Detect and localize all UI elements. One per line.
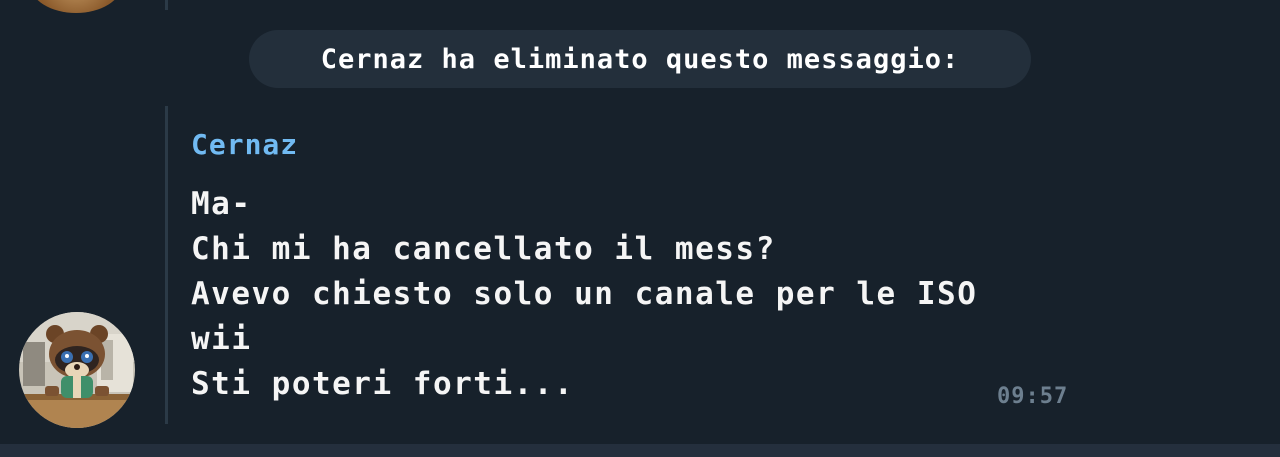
- sender-avatar[interactable]: [19, 312, 135, 428]
- message-line: Chi mi ha cancellato il mess?: [191, 231, 776, 267]
- message-timestamp: 09:57: [997, 384, 1069, 409]
- thread-divider: [165, 106, 168, 424]
- message-line: Sti poteri forti...: [191, 366, 575, 402]
- avatar-image: [19, 312, 135, 428]
- service-message-text: Cernaz ha eliminato questo messaggio:: [320, 43, 960, 75]
- sender-name[interactable]: Cernaz: [191, 128, 298, 161]
- message-line: Ma-: [191, 186, 252, 222]
- previous-message-avatar[interactable]: [30, 0, 122, 13]
- message-line: Avevo chiesto solo un canale per le ISO: [191, 276, 978, 312]
- message-line: wii: [191, 321, 252, 357]
- message-text[interactable]: Ma- Chi mi ha cancellato il mess? Avevo …: [191, 182, 1091, 407]
- bottom-bar: [0, 444, 1280, 457]
- service-message-pill: Cernaz ha eliminato questo messaggio:: [249, 30, 1031, 88]
- thread-divider-top: [165, 0, 168, 10]
